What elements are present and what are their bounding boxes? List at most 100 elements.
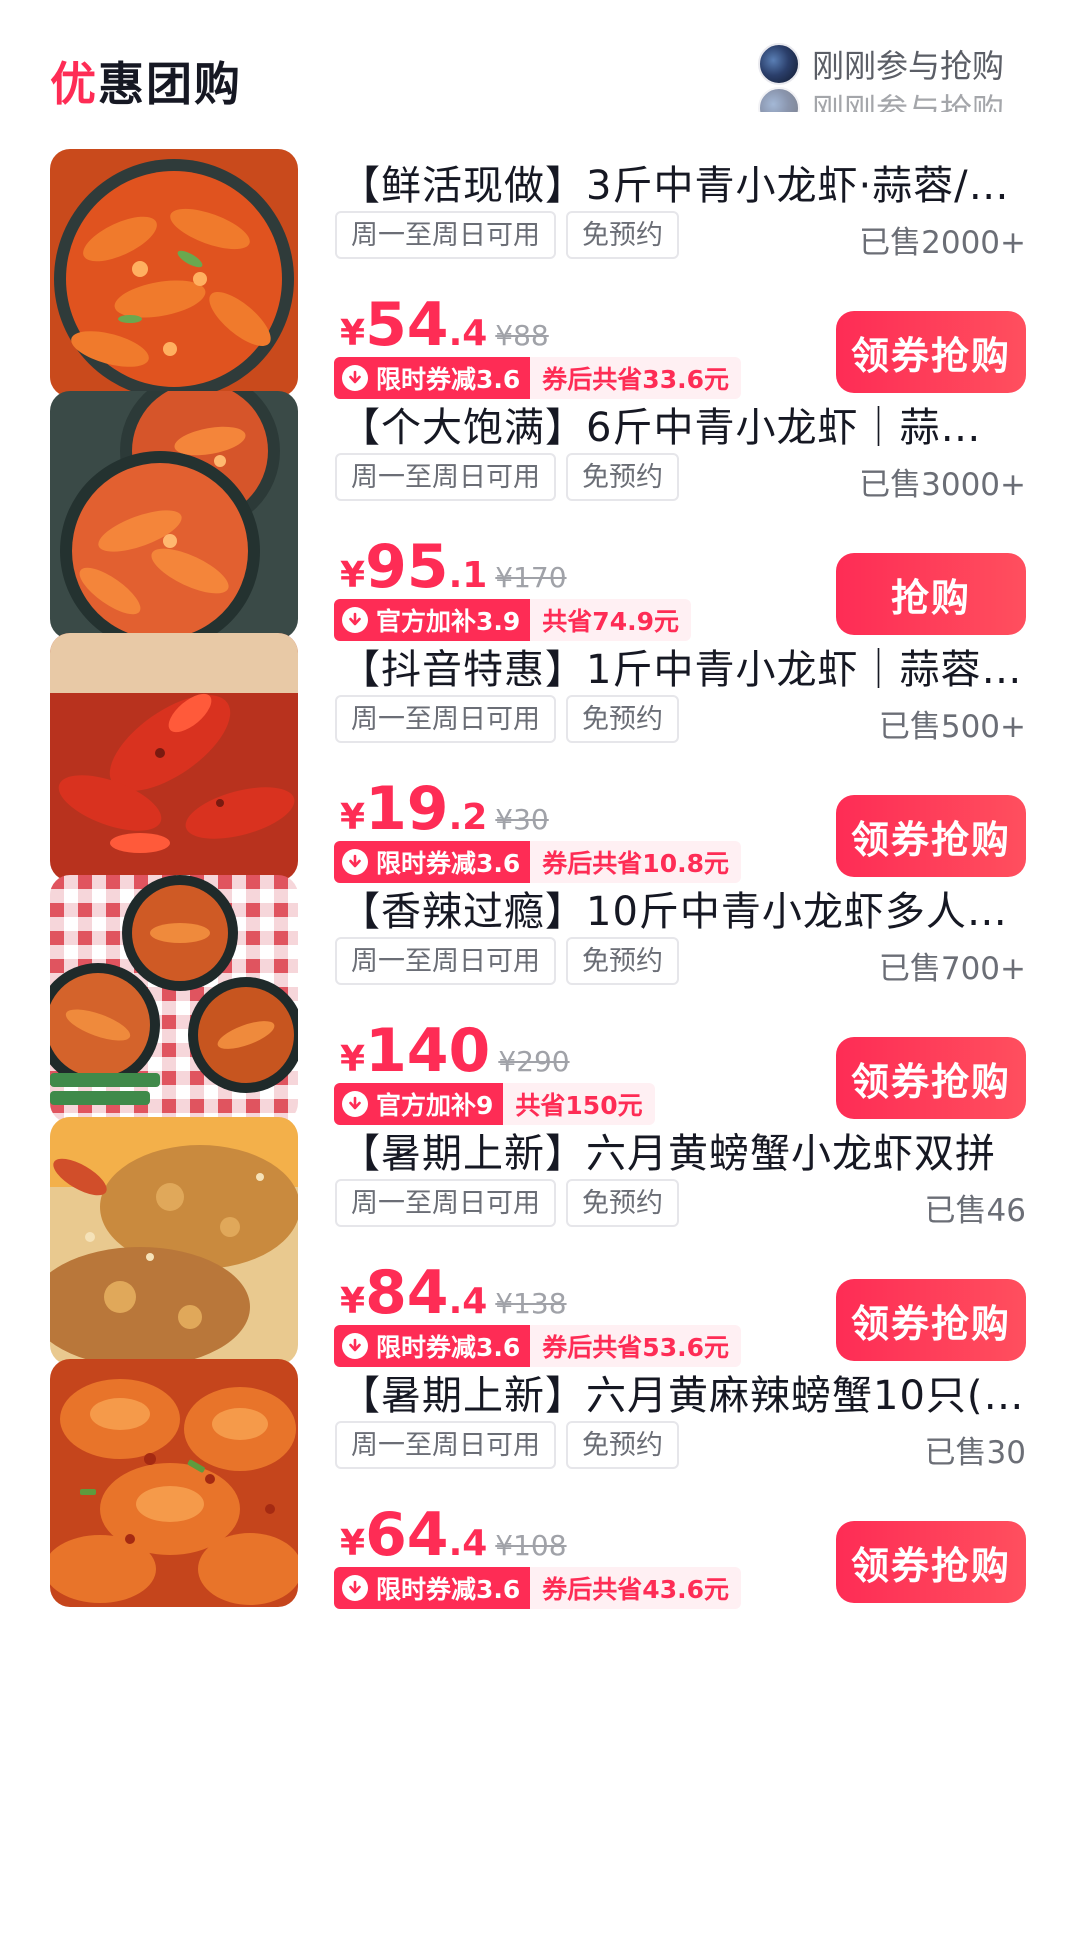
deal-thumbnail[interactable] — [50, 633, 298, 881]
crayfish-bowls-image — [50, 875, 298, 1123]
currency-symbol: ¥ — [340, 1523, 366, 1564]
price-decimal: .4 — [448, 1281, 488, 1322]
deal-tags: 周一至周日可用 免预约 — [335, 1421, 679, 1469]
deal-thumbnail[interactable] — [50, 149, 298, 397]
tag-availability: 周一至周日可用 — [335, 695, 556, 743]
currency-symbol: ¥ — [340, 1039, 366, 1080]
price-integer: 84 — [365, 1258, 449, 1328]
tag-availability: 周一至周日可用 — [335, 1421, 556, 1469]
section-title: 优惠团购 — [50, 48, 242, 114]
deal-tags: 周一至周日可用 免预约 — [335, 453, 679, 501]
deal-card[interactable]: 【香辣过瘾】10斤中青小龙虾多人… 周一至周日可用 免预约 已售700+ ¥14… — [0, 875, 1080, 1125]
price-decimal: .4 — [448, 313, 488, 354]
sold-count: 已售2000+ — [859, 225, 1026, 261]
promo-label: 限时券减3.6 — [376, 1575, 521, 1604]
down-arrow-icon — [342, 365, 368, 391]
price-integer: 19 — [365, 774, 449, 844]
price-decimal: .4 — [448, 1523, 488, 1564]
original-price: ¥170 — [495, 561, 567, 594]
tag-no-reservation: 免预约 — [566, 1421, 679, 1469]
spicy-crab-image — [50, 1359, 298, 1607]
price: ¥84.4 ¥138 — [340, 1263, 567, 1323]
original-price: ¥290 — [498, 1045, 570, 1078]
currency-symbol: ¥ — [340, 1281, 366, 1322]
purchase-ticker: 刚刚参与抢购 刚刚参与抢购 — [758, 40, 1058, 112]
currency-symbol: ¥ — [340, 555, 366, 596]
promo-banner: 限时券减3.6 券后共省43.6元 — [334, 1567, 741, 1609]
original-price: ¥30 — [495, 803, 549, 836]
sold-count: 已售500+ — [878, 709, 1026, 745]
deal-card[interactable]: 【抖音特惠】1斤中青小龙虾｜蒜蓉… 周一至周日可用 免预约 已售500+ ¥19… — [0, 633, 1080, 883]
original-price: ¥88 — [495, 319, 549, 352]
deal-thumbnail[interactable] — [50, 1359, 298, 1607]
section-title-text: 惠团购 — [98, 57, 242, 111]
buy-button[interactable]: 领券抢购 — [836, 1521, 1026, 1603]
tag-no-reservation: 免预约 — [566, 211, 679, 259]
deal-tags: 周一至周日可用 免预约 — [335, 211, 679, 259]
deal-title: 【抖音特惠】1斤中青小龙虾｜蒜蓉… — [340, 647, 1023, 693]
price: ¥95.1 ¥170 — [340, 537, 567, 597]
deal-tags: 周一至周日可用 免预约 — [335, 695, 679, 743]
price: ¥19.2 ¥30 — [340, 779, 549, 839]
price-integer: 95 — [365, 532, 449, 602]
price: ¥64.4 ¥108 — [340, 1505, 567, 1565]
crayfish-platter-image — [50, 391, 298, 639]
deal-thumbnail[interactable] — [50, 1117, 298, 1365]
price-integer: 140 — [365, 1016, 491, 1086]
tag-no-reservation: 免预约 — [566, 453, 679, 501]
down-arrow-icon — [342, 607, 368, 633]
sold-count: 已售30 — [924, 1435, 1026, 1471]
avatar — [758, 43, 800, 85]
price-decimal: .2 — [448, 797, 488, 838]
down-arrow-icon — [342, 1575, 368, 1601]
buy-button[interactable]: 领券抢购 — [836, 1037, 1026, 1119]
tag-availability: 周一至周日可用 — [335, 453, 556, 501]
deal-title: 【暑期上新】六月黄麻辣螃蟹10只(… — [340, 1373, 1025, 1419]
crayfish-image — [50, 633, 298, 881]
ticker-row-current: 刚刚参与抢购 — [758, 40, 1058, 88]
section-title-accent: 优 — [50, 57, 98, 111]
deal-thumbnail[interactable] — [50, 875, 298, 1123]
tag-availability: 周一至周日可用 — [335, 211, 556, 259]
ticker-text: 刚刚参与抢购 — [812, 91, 1005, 112]
deal-card[interactable]: 【暑期上新】六月黄螃蟹小龙虾双拼 周一至周日可用 免预约 已售46 ¥84.4 ¥… — [0, 1117, 1080, 1367]
currency-symbol: ¥ — [340, 797, 366, 838]
original-price: ¥108 — [495, 1529, 567, 1562]
deal-title: 【香辣过瘾】10斤中青小龙虾多人… — [340, 889, 1008, 935]
sold-count: 已售700+ — [878, 951, 1026, 987]
tag-no-reservation: 免预约 — [566, 1179, 679, 1227]
deal-title: 【鲜活现做】3斤中青小龙虾·蒜蓉/… — [340, 163, 1010, 209]
avatar — [758, 87, 800, 112]
tag-no-reservation: 免预约 — [566, 937, 679, 985]
deal-title: 【个大饱满】6斤中青小龙虾｜蒜… — [340, 405, 982, 451]
deal-title: 【暑期上新】六月黄螃蟹小龙虾双拼 — [340, 1131, 996, 1177]
promo-badge: 限时券减3.6 — [334, 1567, 531, 1609]
price-integer: 54 — [365, 290, 449, 360]
price: ¥140 ¥290 — [340, 1021, 570, 1081]
down-arrow-icon — [342, 1333, 368, 1359]
buy-button[interactable]: 领券抢购 — [836, 1279, 1026, 1361]
original-price: ¥138 — [495, 1287, 567, 1320]
tag-availability: 周一至周日可用 — [335, 937, 556, 985]
price: ¥54.4 ¥88 — [340, 295, 549, 355]
buy-button[interactable]: 领券抢购 — [836, 311, 1026, 393]
deal-tags: 周一至周日可用 免预约 — [335, 937, 679, 985]
sold-count: 已售46 — [924, 1193, 1026, 1229]
ticker-text: 刚刚参与抢购 — [812, 47, 1005, 85]
deal-card[interactable]: 【鲜活现做】3斤中青小龙虾·蒜蓉/… 周一至周日可用 免预约 已售2000+ ¥… — [0, 149, 1080, 399]
fried-crab-image — [50, 1117, 298, 1365]
deals-header: 优惠团购 刚刚参与抢购 刚刚参与抢购 — [0, 0, 1080, 135]
deal-thumbnail[interactable] — [50, 391, 298, 639]
deal-card[interactable]: 【个大饱满】6斤中青小龙虾｜蒜… 周一至周日可用 免预约 已售3000+ ¥95… — [0, 391, 1080, 641]
deal-card[interactable]: 【暑期上新】六月黄麻辣螃蟹10只(… 周一至周日可用 免预约 已售30 ¥64.… — [0, 1359, 1080, 1609]
sold-count: 已售3000+ — [859, 467, 1026, 503]
price-decimal: .1 — [448, 555, 488, 596]
tag-availability: 周一至周日可用 — [335, 1179, 556, 1227]
price-integer: 64 — [365, 1500, 449, 1570]
down-arrow-icon — [342, 1091, 368, 1117]
deal-tags: 周一至周日可用 免预约 — [335, 1179, 679, 1227]
buy-button[interactable]: 抢购 — [836, 553, 1026, 635]
promo-savings: 券后共省43.6元 — [530, 1567, 741, 1609]
buy-button[interactable]: 领券抢购 — [836, 795, 1026, 877]
currency-symbol: ¥ — [340, 313, 366, 354]
